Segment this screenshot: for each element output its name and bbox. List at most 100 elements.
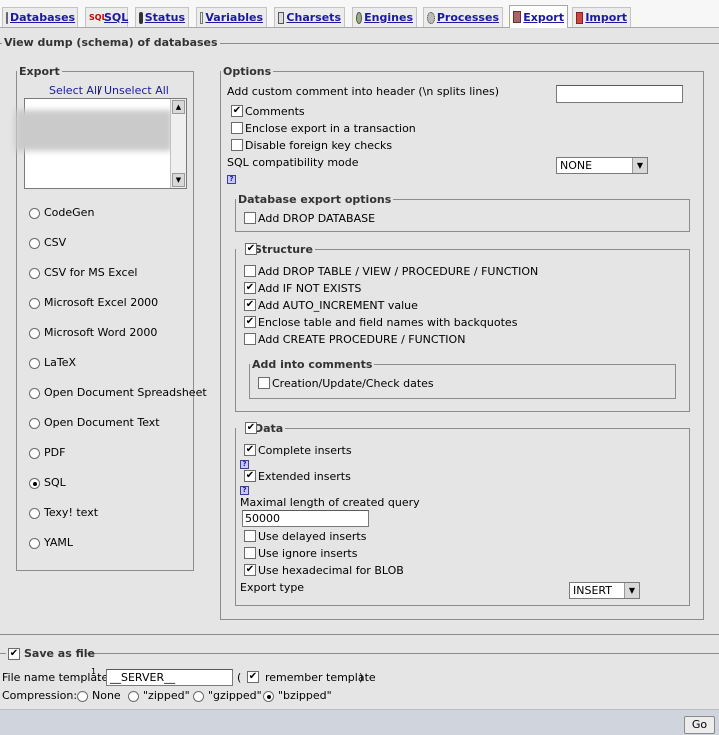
tab-bar: Databases SQL SQL Status Variables Charse…: [0, 0, 719, 28]
export-icon: [513, 11, 522, 23]
tab-label[interactable]: Charsets: [286, 11, 341, 24]
comments-label: Comments: [245, 105, 305, 118]
compression-radio-bzipped[interactable]: [263, 691, 274, 702]
format-radio[interactable]: [29, 298, 40, 309]
remember-template-checkbox[interactable]: ✔: [247, 671, 259, 683]
check-icon: ✔: [245, 299, 255, 310]
backquotes-label: Enclose table and field names with backq…: [258, 316, 518, 329]
import-icon: [576, 11, 584, 24]
unselect-all-link[interactable]: Unselect All: [104, 84, 169, 97]
compression-radio-none[interactable]: [77, 691, 88, 702]
go-button[interactable]: Go: [684, 716, 715, 734]
max-query-input[interactable]: 50000: [242, 510, 369, 527]
delayed-inserts-checkbox[interactable]: [244, 530, 256, 542]
tab-label[interactable]: Import: [585, 11, 627, 24]
tab-charsets[interactable]: Charsets: [274, 7, 345, 27]
format-radio[interactable]: [29, 328, 40, 339]
scroll-up-arrow-icon[interactable]: ▲: [172, 100, 185, 114]
format-radio[interactable]: [29, 418, 40, 429]
extended-inserts-checkbox[interactable]: ✔: [244, 470, 256, 482]
compression-radio-gzipped[interactable]: [193, 691, 204, 702]
save-as-file-checkbox[interactable]: ✔: [8, 648, 20, 660]
if-not-exists-label: Add IF NOT EXISTS: [258, 282, 362, 295]
format-radio[interactable]: [29, 508, 40, 519]
hex-blob-checkbox[interactable]: ✔: [244, 564, 256, 576]
custom-comment-input[interactable]: [556, 85, 683, 103]
ignore-inserts-label: Use ignore inserts: [258, 547, 358, 560]
compression-option: "gzipped": [208, 689, 262, 702]
export-type-select[interactable]: INSERT ▼: [569, 582, 640, 599]
format-label: CodeGen: [44, 206, 95, 219]
foreign-keys-label: Disable foreign key checks: [245, 139, 393, 152]
format-radio[interactable]: [29, 358, 40, 369]
transaction-label: Enclose export in a transaction: [245, 122, 416, 135]
format-radio[interactable]: [29, 268, 40, 279]
create-procedure-checkbox[interactable]: [244, 333, 256, 345]
tab-label[interactable]: Variables: [205, 11, 263, 24]
hex-blob-label: Use hexadecimal for BLOB: [258, 564, 404, 577]
template-input[interactable]: __SERVER__: [106, 669, 233, 686]
help-icon[interactable]: ?: [240, 486, 249, 495]
tab-label[interactable]: Export: [523, 11, 564, 24]
tab-label[interactable]: Processes: [437, 11, 499, 24]
compression-option: "zipped": [143, 689, 190, 702]
complete-inserts-checkbox[interactable]: ✔: [244, 444, 256, 456]
tab-sql[interactable]: SQL SQL: [85, 7, 128, 27]
if-not-exists-checkbox[interactable]: ✔: [244, 282, 256, 294]
custom-comment-label: Add custom comment into header (\n split…: [227, 85, 500, 98]
ignore-inserts-checkbox[interactable]: [244, 547, 256, 559]
database-listbox[interactable]: ▲ ▼: [15, 98, 187, 189]
engines-icon: [356, 11, 363, 24]
dates-label: Creation/Update/Check dates: [272, 377, 434, 390]
select-all-link[interactable]: Select All: [49, 84, 100, 97]
drop-table-checkbox[interactable]: [244, 265, 256, 277]
backquotes-checkbox[interactable]: ✔: [244, 316, 256, 328]
main-fieldset-bottom-line: [0, 634, 719, 635]
format-radio[interactable]: [29, 388, 40, 399]
tab-label[interactable]: SQL: [104, 11, 128, 24]
create-procedure-label: Add CREATE PROCEDURE / FUNCTION: [258, 333, 466, 346]
tab-label[interactable]: Status: [145, 11, 185, 24]
tab-processes[interactable]: Processes: [423, 7, 503, 27]
check-icon: ✔: [245, 282, 255, 293]
format-radio[interactable]: [29, 448, 40, 459]
auto-increment-checkbox[interactable]: ✔: [244, 299, 256, 311]
tab-export[interactable]: Export: [509, 5, 568, 28]
check-icon: ✔: [246, 422, 256, 433]
tab-databases[interactable]: Databases: [2, 7, 78, 27]
tab-label[interactable]: Databases: [10, 11, 75, 24]
data-checkbox[interactable]: ✔: [245, 422, 257, 434]
comments-checkbox[interactable]: ✔: [231, 105, 243, 117]
dates-checkbox[interactable]: [258, 377, 270, 389]
tab-status[interactable]: Status: [135, 7, 189, 27]
scroll-down-arrow-icon[interactable]: ▼: [172, 173, 185, 187]
save-as-file-legend: Save as file: [24, 647, 95, 660]
drop-database-checkbox[interactable]: [244, 212, 256, 224]
format-radio-selected[interactable]: [29, 478, 40, 489]
format-radio[interactable]: [29, 538, 40, 549]
format-radio[interactable]: [29, 208, 40, 219]
export-legend: Export: [19, 65, 60, 78]
dropdown-arrow-icon[interactable]: ▼: [624, 583, 639, 598]
format-radio[interactable]: [29, 238, 40, 249]
tab-label[interactable]: Engines: [364, 11, 413, 24]
tab-import[interactable]: Import: [572, 7, 631, 27]
check-icon: ✔: [9, 648, 19, 659]
tab-bar-divider: [0, 27, 719, 28]
foreign-keys-checkbox[interactable]: [231, 139, 243, 151]
dropdown-arrow-icon[interactable]: ▼: [632, 158, 647, 173]
help-icon[interactable]: ?: [227, 175, 236, 184]
compression-radio-zipped[interactable]: [128, 691, 139, 702]
compat-mode-select[interactable]: NONE ▼: [556, 157, 648, 174]
listbox-scrollbar[interactable]: ▲ ▼: [170, 99, 186, 188]
remember-close-paren: ): [359, 671, 364, 684]
sql-icon: SQL: [89, 12, 107, 22]
structure-checkbox[interactable]: ✔: [245, 243, 257, 255]
tab-engines[interactable]: Engines: [352, 7, 417, 27]
tab-variables[interactable]: Variables: [196, 7, 267, 27]
processes-icon: [427, 11, 435, 24]
check-icon: ✔: [246, 243, 256, 254]
help-icon[interactable]: ?: [240, 460, 249, 469]
compression-option: None: [92, 689, 121, 702]
transaction-checkbox[interactable]: [231, 122, 243, 134]
